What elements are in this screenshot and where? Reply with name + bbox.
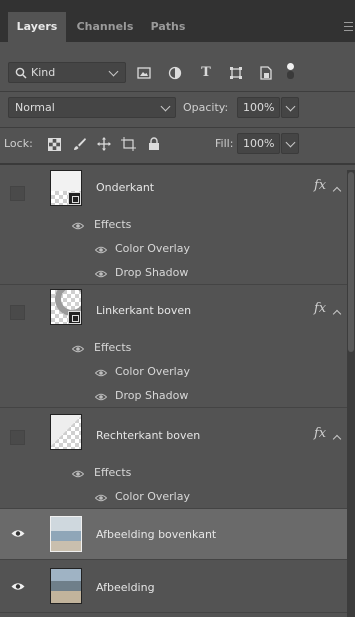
tab-paths[interactable]: Paths [142,12,194,42]
lock-transparent-pixels-icon[interactable] [46,136,62,152]
image-filter-icon[interactable] [136,65,152,81]
collapse-effects-icon[interactable] [332,186,342,196]
chevron-down-icon [285,101,296,112]
effect-color-overlay[interactable]: Color Overlay [115,365,190,378]
smart-object-badge-icon [68,311,81,324]
effect-visibility-eye-icon[interactable] [95,246,107,254]
divider [0,163,355,165]
layer-thumbnail [50,516,82,552]
visibility-eye-icon[interactable] [11,529,25,538]
effects-visibility-eye-icon[interactable] [72,470,84,478]
divider [0,127,355,128]
smart-object-filter-icon[interactable] [258,65,274,81]
opacity-dropdown-button[interactable] [281,97,299,118]
layer-name[interactable]: Onderkant [96,181,154,194]
chevron-down-icon [285,137,296,148]
fill-dropdown-button[interactable] [281,133,299,154]
effect-visibility-eye-icon[interactable] [95,369,107,377]
layer-name[interactable]: Afbeelding [96,581,155,594]
layer-row[interactable]: Afbeelding [0,560,347,613]
divider [0,91,355,92]
fx-icon[interactable]: fx [314,178,326,193]
fill-input[interactable]: 100% [237,133,280,154]
tab-channels[interactable]: Channels [72,12,138,42]
adjustment-filter-icon[interactable] [167,65,183,81]
effect-drop-shadow[interactable]: Drop Shadow [115,389,188,402]
fill-label: Fill: [215,137,234,150]
layer-row[interactable]: Linkerkant boven fx Effects Color Overla… [0,285,347,408]
lock-all-icon[interactable] [146,136,162,152]
layer-name[interactable]: Rechterkant boven [96,429,200,442]
effect-visibility-eye-icon[interactable] [95,494,107,502]
effects-visibility-eye-icon[interactable] [72,222,84,230]
smart-object-badge-icon [68,192,81,205]
layer-row-selected[interactable]: Afbeelding bovenkant [0,509,347,560]
opacity-input[interactable]: 100% [237,97,280,118]
tab-layers[interactable]: Layers [8,12,66,42]
effect-drop-shadow[interactable]: Drop Shadow [115,266,188,279]
effect-visibility-eye-icon[interactable] [95,270,107,278]
filter-kind-select[interactable]: Kind [8,62,126,83]
chevron-down-icon [108,66,119,77]
effects-label: Effects [94,466,132,479]
layer-row[interactable]: Rechterkant boven fx Effects Color Overl… [0,408,347,509]
layers-panel: Layers Channels Paths Kind T Normal Opac… [0,0,355,617]
layer-thumbnail [50,170,82,206]
visibility-toggle[interactable] [10,305,25,320]
effects-label: Effects [94,218,132,231]
effect-visibility-eye-icon[interactable] [95,393,107,401]
layer-name[interactable]: Linkerkant boven [96,304,191,317]
scrollbar-thumb[interactable] [348,172,354,352]
layer-row[interactable]: Onderkant fx Effects Color Overlay Drop … [0,166,347,285]
effect-color-overlay[interactable]: Color Overlay [115,490,190,503]
layer-name[interactable]: Afbeelding bovenkant [96,528,216,541]
opacity-value: 100% [243,101,275,114]
opacity-label: Opacity: [183,101,229,114]
lock-image-pixels-icon[interactable] [72,136,88,152]
visibility-toggle[interactable] [10,430,25,445]
fx-icon[interactable]: fx [314,301,326,316]
visibility-eye-icon[interactable] [11,582,25,591]
filter-kind-label: Kind [31,66,56,79]
blend-mode-value: Normal [15,101,55,114]
fx-icon[interactable]: fx [314,426,326,441]
type-filter-icon[interactable]: T [198,64,214,80]
effects-visibility-eye-icon[interactable] [72,345,84,353]
blend-mode-select[interactable]: Normal [8,97,176,118]
chevron-down-icon [160,101,171,112]
visibility-toggle[interactable] [10,186,25,201]
lock-artboard-icon[interactable] [120,136,136,152]
shape-filter-icon[interactable] [228,65,244,81]
effects-label: Effects [94,341,132,354]
collapse-effects-icon[interactable] [332,309,342,319]
filter-row: Kind T [0,58,355,86]
blend-row: Normal Opacity: 100% [0,94,355,122]
collapse-effects-icon[interactable] [332,434,342,444]
layer-thumbnail [50,289,82,325]
effect-color-overlay[interactable]: Color Overlay [115,242,190,255]
panel-tab-bar: Layers Channels Paths [0,0,355,42]
lock-row: Lock: Fill: 100% [0,130,355,158]
layer-thumbnail [50,568,82,604]
lock-label: Lock: [4,137,33,150]
search-icon [15,67,27,79]
fill-value: 100% [243,137,275,150]
layer-thumbnail [50,414,82,450]
panel-menu-icon[interactable] [344,22,353,31]
filter-toggle-icon[interactable] [286,62,295,82]
lock-position-icon[interactable] [96,136,112,152]
